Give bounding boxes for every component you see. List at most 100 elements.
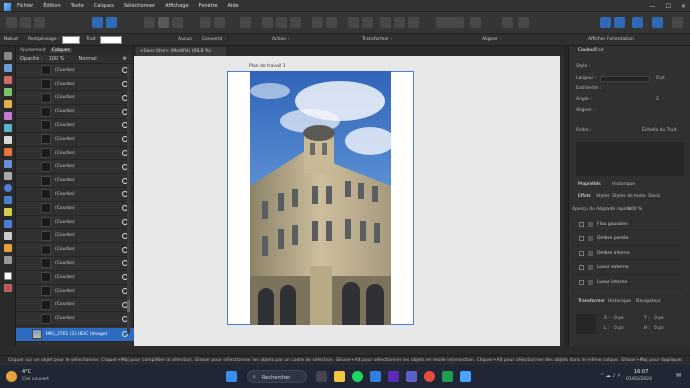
pencil-tool-icon[interactable] xyxy=(4,88,12,96)
menu-file[interactable]: Fichier xyxy=(17,0,33,12)
align-right-icon[interactable] xyxy=(290,17,301,28)
tab-properties[interactable]: Propriétés xyxy=(578,182,601,187)
taskbar-search[interactable]: ⌕ Rechercher xyxy=(247,370,307,383)
assistant-icon[interactable] xyxy=(600,17,611,28)
menu-text[interactable]: Texte xyxy=(71,0,84,12)
tab-history-2[interactable]: Historique xyxy=(608,299,631,304)
persona-icon[interactable] xyxy=(6,17,17,28)
effect-checkbox[interactable] xyxy=(579,279,584,285)
effect-row[interactable]: Lueur externe xyxy=(575,262,683,275)
boolean-add-icon[interactable] xyxy=(380,17,391,28)
maximize-icon[interactable]: ☐ xyxy=(666,3,671,10)
snapping-icon[interactable] xyxy=(502,17,513,28)
overview-icon[interactable] xyxy=(652,17,663,28)
width-slider[interactable] xyxy=(600,76,650,82)
menu-window[interactable]: Fenêtre xyxy=(199,0,218,12)
transform-y-value[interactable]: 0 px xyxy=(654,316,664,321)
distribute-icon[interactable] xyxy=(312,17,323,28)
more-icon[interactable] xyxy=(672,17,683,28)
close-icon[interactable]: ✕ xyxy=(681,3,686,10)
affinity-designer-icon[interactable] xyxy=(460,371,471,382)
flip-h-icon[interactable] xyxy=(326,17,337,28)
settings-icon[interactable] xyxy=(632,17,643,28)
spotify-icon[interactable] xyxy=(352,371,363,382)
menu-layers[interactable]: Calques xyxy=(94,0,114,12)
layer-row[interactable]: (Courbe) xyxy=(16,147,134,161)
layer-row[interactable]: (Courbe) xyxy=(16,312,134,326)
fill-tool-icon[interactable] xyxy=(4,112,12,120)
effect-row[interactable]: Flou gaussien xyxy=(575,218,683,231)
effect-checkbox[interactable] xyxy=(579,265,584,270)
layer-row[interactable]: (Courbe) xyxy=(16,119,134,133)
tab-transform[interactable]: Transformer xyxy=(578,299,605,304)
transform-x-value[interactable]: 0 px xyxy=(614,316,624,321)
shape-tool-icon[interactable] xyxy=(4,220,12,228)
rotate-icon[interactable] xyxy=(348,17,359,28)
notification-icon[interactable]: ✉ xyxy=(676,372,681,379)
triangle-tool-icon[interactable] xyxy=(4,208,12,216)
liquify-icon[interactable] xyxy=(20,17,31,28)
layer-row[interactable]: (Courbe) xyxy=(16,174,134,188)
join-value[interactable]: 2 xyxy=(656,97,659,102)
pen-tool-icon[interactable] xyxy=(4,76,12,84)
tab-styles[interactable]: Styles xyxy=(596,194,610,199)
width-value[interactable]: 0 pt xyxy=(656,76,665,81)
layer-row[interactable]: (Courbe) xyxy=(16,243,134,257)
excel-icon[interactable] xyxy=(442,371,453,382)
effect-color-swatch[interactable] xyxy=(588,236,593,241)
layer-row[interactable]: (Courbe) xyxy=(16,161,134,175)
menu-edit[interactable]: Édition xyxy=(43,0,60,12)
effect-color-swatch[interactable] xyxy=(588,265,593,270)
hand-tool-icon[interactable] xyxy=(4,244,12,252)
store-icon[interactable] xyxy=(370,371,381,382)
select-box-icon[interactable] xyxy=(158,17,169,28)
tab-navigator[interactable]: Navigateur xyxy=(636,299,661,304)
menu-view[interactable]: Affichage xyxy=(165,0,189,12)
tray-icons[interactable]: ⌃ ☁ ♪ ⚡ xyxy=(600,373,621,379)
align-center-icon[interactable] xyxy=(276,17,287,28)
layer-row[interactable]: (Courbe) xyxy=(16,188,134,202)
insert-top-icon[interactable] xyxy=(214,17,225,28)
home-icon[interactable] xyxy=(92,17,103,28)
layer-row[interactable]: (Courbe) xyxy=(16,216,134,230)
layer-row[interactable]: (Courbe) xyxy=(16,271,134,285)
tab-history[interactable]: Historique xyxy=(612,182,635,187)
effect-checkbox[interactable] xyxy=(579,221,584,227)
layer-row[interactable]: (Courbe) xyxy=(16,202,134,216)
dash-settings[interactable] xyxy=(576,142,684,176)
boolean-sub-icon[interactable] xyxy=(394,17,405,28)
app-icon[interactable] xyxy=(388,371,399,382)
color-swatch-icon[interactable] xyxy=(436,17,464,28)
clock-date[interactable]: 01/02/2024 xyxy=(626,377,652,382)
tab-effects[interactable]: Effets xyxy=(578,194,591,199)
weather-icon[interactable] xyxy=(6,371,17,382)
transform-icon[interactable] xyxy=(144,17,155,28)
menu-help[interactable]: Aide xyxy=(228,0,239,12)
opacity-value[interactable]: 100 % xyxy=(49,56,65,62)
tab-stock[interactable]: Stock xyxy=(648,194,660,199)
fill-swatch[interactable] xyxy=(62,36,80,44)
arrange-icon[interactable] xyxy=(362,17,373,28)
file-explorer-icon[interactable] xyxy=(334,371,345,382)
effect-checkbox[interactable] xyxy=(579,236,584,241)
stroke-color-icon[interactable] xyxy=(4,284,12,292)
minimize-icon[interactable]: — xyxy=(650,3,656,10)
layer-row[interactable]: (Courbe) xyxy=(16,285,134,299)
tab-layers[interactable]: Calques xyxy=(49,48,72,53)
layer-row[interactable]: (Courbe) xyxy=(16,299,134,313)
teams-icon[interactable] xyxy=(406,371,417,382)
effects-preview-value[interactable]: 100 % xyxy=(628,207,642,212)
layer-row[interactable]: (Courbe) xyxy=(16,230,134,244)
layers-scrollbar[interactable] xyxy=(127,64,130,334)
building-photo[interactable] xyxy=(250,71,391,325)
fill-color-icon[interactable] xyxy=(4,272,12,280)
snap-icon[interactable] xyxy=(172,17,183,28)
effect-color-swatch[interactable] xyxy=(588,279,593,285)
gear-icon[interactable]: ⚙ xyxy=(123,56,127,62)
text-tool-icon[interactable] xyxy=(4,232,12,240)
task-view-icon[interactable] xyxy=(316,371,327,382)
grid-view-icon[interactable] xyxy=(470,17,481,28)
boolean-xor-icon[interactable] xyxy=(408,17,419,28)
layer-row[interactable]: (Courbe) xyxy=(16,257,134,271)
share-icon[interactable] xyxy=(34,17,45,28)
